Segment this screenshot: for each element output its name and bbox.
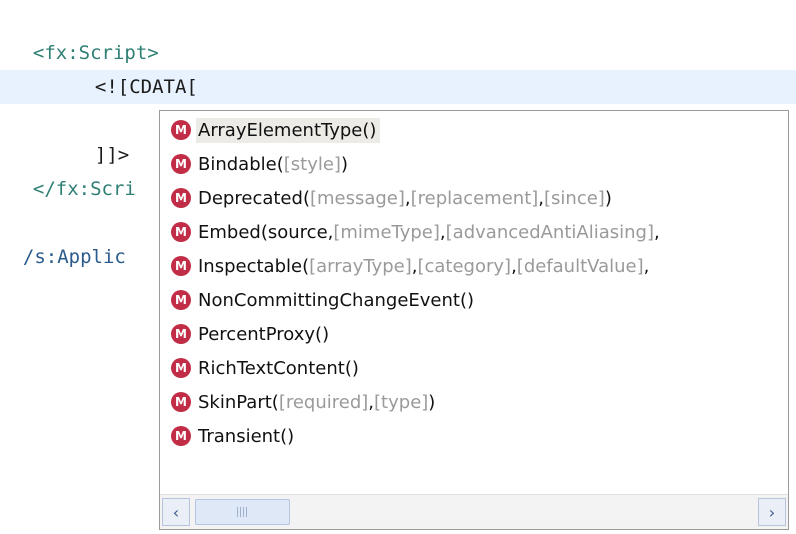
metadata-icon: M xyxy=(171,222,191,242)
autocomplete-item-label: Transient() xyxy=(196,424,298,449)
metadata-icon: M xyxy=(171,154,191,174)
signature-text: , xyxy=(643,255,650,277)
signature-text: ( xyxy=(271,391,279,413)
item-name: Deprecated xyxy=(198,187,303,209)
code-line-cdata-close[interactable]: ]]> xyxy=(72,104,129,166)
item-name: PercentProxy xyxy=(198,323,316,345)
autocomplete-item-label: RichTextContent() xyxy=(196,356,363,381)
item-name: SkinPart xyxy=(198,391,272,413)
metadata-icon: M xyxy=(171,290,191,310)
autocomplete-item[interactable]: M ArrayElementType() xyxy=(160,113,788,147)
autocomplete-list[interactable]: M ArrayElementType() M Bindable([style]) M De… xyxy=(160,113,788,453)
script-close-tag: </fx:Scri xyxy=(32,178,136,200)
item-name: Embed xyxy=(198,221,261,243)
metadata-icon: M xyxy=(171,120,191,140)
optional-param: [type] xyxy=(374,391,429,413)
code-line-script-open[interactable]: <fx:Script> xyxy=(10,2,159,64)
autocomplete-item-label: ArrayElementType() xyxy=(196,117,381,143)
autocomplete-item-label: PercentProxy() xyxy=(196,322,333,347)
code-line-cdata-open[interactable]: <![CDATA[ xyxy=(72,36,198,98)
signature-text: () xyxy=(315,323,330,345)
scrollbar-thumb[interactable] xyxy=(195,499,290,525)
optional-param: [advancedAntiAliasing] xyxy=(445,221,654,243)
autocomplete-item-label: Inspectable([arrayType],[category],[defa… xyxy=(196,254,653,279)
optional-param: [arrayType] xyxy=(309,255,412,277)
optional-param: [required] xyxy=(278,391,369,413)
autocomplete-item-label: Bindable([style]) xyxy=(196,152,352,177)
optional-param: [mimeType] xyxy=(333,221,440,243)
autocomplete-popup[interactable]: M ArrayElementType() M Bindable([style]) M De… xyxy=(159,110,789,530)
autocomplete-item[interactable]: M NonCommittingChangeEvent() xyxy=(160,283,788,317)
autocomplete-item[interactable]: M PercentProxy() xyxy=(160,317,788,351)
autocomplete-item[interactable]: M Bindable([style]) xyxy=(160,147,788,181)
autocomplete-item[interactable]: M Inspectable([arrayType],[category],[def… xyxy=(160,249,788,283)
item-name: ArrayElementType xyxy=(198,119,363,141)
signature-text: () xyxy=(362,119,377,141)
autocomplete-item[interactable]: M Embed(source,[mimeType],[advancedAntiAl… xyxy=(160,215,788,249)
item-name: RichTextContent xyxy=(198,357,345,379)
autocomplete-item-label: Deprecated([message],[replacement],[sinc… xyxy=(196,186,616,211)
signature-text: ) xyxy=(428,391,436,413)
metadata-icon: M xyxy=(171,188,191,208)
optional-param: [since] xyxy=(544,187,605,209)
signature-text: () xyxy=(344,357,359,379)
scroll-left-button[interactable]: ‹ xyxy=(162,498,190,526)
chevron-right-icon: › xyxy=(768,502,776,522)
autocomplete-item[interactable]: M Deprecated([message],[replacement],[sin… xyxy=(160,181,788,215)
signature-text: () xyxy=(280,425,295,447)
code-line-application-close[interactable]: /s:Applic xyxy=(0,206,126,268)
metadata-icon: M xyxy=(171,358,191,378)
metadata-icon: M xyxy=(171,256,191,276)
horizontal-scrollbar[interactable]: ‹ › xyxy=(160,494,788,529)
optional-param: [style] xyxy=(283,153,341,175)
item-name: Transient xyxy=(198,425,281,447)
signature-text: ) xyxy=(340,153,348,175)
metadata-icon: M xyxy=(171,426,191,446)
signature-text: (source, xyxy=(260,221,334,243)
autocomplete-item-label: NonCommittingChangeEvent() xyxy=(196,288,478,313)
autocomplete-item[interactable]: M SkinPart([required],[type]) xyxy=(160,385,788,419)
metadata-icon: M xyxy=(171,392,191,412)
signature-text: , xyxy=(653,221,660,243)
signature-text: () xyxy=(459,289,475,311)
item-name: Bindable xyxy=(198,153,277,175)
code-line-script-close[interactable]: </fx:Scri xyxy=(10,138,136,200)
optional-param: [replacement] xyxy=(410,187,539,209)
autocomplete-item-label: SkinPart([required],[type]) xyxy=(196,390,439,415)
metadata-icon: M xyxy=(171,324,191,344)
scroll-right-button[interactable]: › xyxy=(758,498,786,526)
autocomplete-item-label: Embed(source,[mimeType],[advancedAntiAli… xyxy=(196,220,664,245)
item-name: NonCommittingChangeEvent xyxy=(198,289,460,311)
optional-param: [message] xyxy=(309,187,405,209)
item-name: Inspectable xyxy=(198,255,303,277)
optional-param: [defaultValue] xyxy=(516,255,644,277)
signature-text: ( xyxy=(302,187,310,209)
autocomplete-item[interactable]: M RichTextContent() xyxy=(160,351,788,385)
signature-text: ) xyxy=(604,187,612,209)
application-close-tag: /s:Applic xyxy=(22,246,126,268)
autocomplete-item[interactable]: M Transient() xyxy=(160,419,788,453)
thumb-grip xyxy=(236,507,249,517)
optional-param: [category] xyxy=(417,255,512,277)
signature-text: ( xyxy=(276,153,284,175)
code-line-bracket[interactable]: [ xyxy=(145,70,184,134)
chevron-left-icon: ‹ xyxy=(172,502,180,522)
